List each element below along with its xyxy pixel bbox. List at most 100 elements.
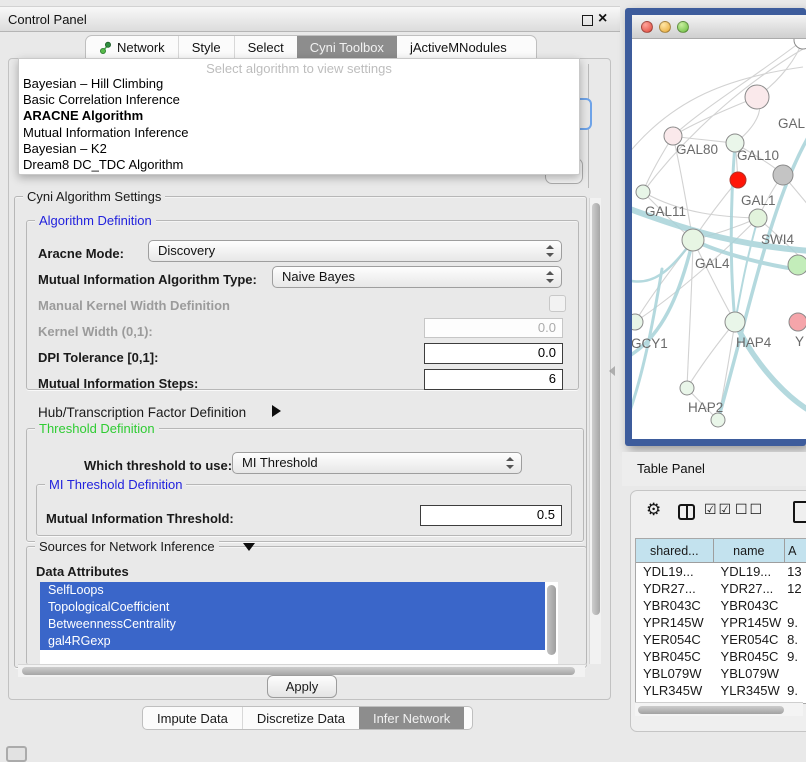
node-gcy1[interactable]	[632, 314, 643, 330]
dpi-tolerance-field[interactable]: 0.0	[424, 343, 563, 364]
minimize-traffic-light-icon[interactable]	[659, 21, 671, 33]
node-label: GCY1	[632, 336, 668, 351]
expand-right-icon[interactable]	[272, 405, 281, 417]
bottom-tabbar: Impute Data Discretize Data Infer Networ…	[142, 706, 473, 730]
aracne-mode-select[interactable]: Discovery	[148, 240, 562, 262]
table-row[interactable]: YDR27... YDR27... 12	[636, 580, 806, 597]
close-traffic-light-icon[interactable]	[641, 21, 653, 33]
table-row[interactable]: YPR145W YPR145W 9.	[636, 614, 806, 631]
column-header[interactable]: A	[785, 539, 806, 562]
apply-button[interactable]: Apply	[267, 675, 337, 698]
table-row[interactable]: YDL19... YDL19... 13	[636, 563, 806, 580]
tab-jactivemnodules[interactable]: jActiveMNodules	[397, 36, 520, 59]
mi-steps-field[interactable]: 6	[424, 369, 563, 390]
node-hap4[interactable]	[725, 312, 745, 332]
cell: YDR27...	[714, 580, 786, 597]
settings-vertical-scrollbar[interactable]	[589, 198, 601, 664]
network-view-window[interactable]: GAL GAL80 GAL10 GAL1 GAL11 SWI4 GAL4 GCY…	[625, 8, 806, 446]
collapse-down-icon[interactable]	[243, 543, 255, 551]
spinner-arrows-icon	[506, 457, 514, 469]
algorithm-option-selected[interactable]: ARACNE Algorithm	[19, 108, 579, 124]
export-table-icon[interactable]	[793, 501, 806, 523]
table-row[interactable]: YER054C YER054C 8.	[636, 631, 806, 648]
node-gal4[interactable]	[682, 229, 704, 251]
tab-discretize-data[interactable]: Discretize Data	[242, 707, 359, 729]
node[interactable]	[745, 85, 769, 109]
column-header[interactable]: name	[714, 539, 786, 562]
mi-threshold-label: Mutual Information Threshold:	[46, 511, 234, 526]
table-row[interactable]: YLR345W YLR345W 9.	[636, 682, 806, 699]
scrollbar-thumb[interactable]	[592, 203, 600, 615]
attribute-item-selected[interactable]: SelfLoops	[40, 582, 545, 599]
mi-threshold-field[interactable]: 0.5	[420, 505, 562, 526]
attribute-item-selected[interactable]: TopologicalCoefficient	[40, 599, 545, 616]
tab-cyni-toolbox[interactable]: Cyni Toolbox	[297, 36, 397, 59]
node-hap2[interactable]	[680, 381, 694, 395]
algorithm-option[interactable]: Dream8 DC_TDC Algorithm	[19, 157, 579, 173]
spinner-arrows-icon	[546, 245, 554, 257]
attribute-item-selected[interactable]: BetweennessCentrality	[40, 616, 545, 633]
node-selected-red[interactable]	[730, 172, 746, 188]
close-icon[interactable]: ×	[598, 9, 607, 29]
network-canvas[interactable]: GAL GAL80 GAL10 GAL1 GAL11 SWI4 GAL4 GCY…	[632, 39, 806, 439]
node[interactable]	[788, 255, 806, 275]
column-header[interactable]: shared...	[636, 539, 714, 562]
cell: YPR145W	[714, 614, 786, 631]
tab-label: jActiveMNodules	[410, 40, 507, 55]
list-scrollbar-thumb[interactable]	[547, 585, 556, 655]
table-row[interactable]: YBR043C YBR043C	[636, 597, 806, 614]
cell: YDL19...	[636, 563, 714, 580]
selected-value: Discovery	[158, 243, 215, 258]
algorithm-option[interactable]: Bayesian – K2	[19, 141, 579, 157]
attribute-item-selected[interactable]: gal4RGexp	[40, 633, 545, 650]
spinner-arrows-icon	[546, 271, 554, 283]
cell: YBR045C	[714, 648, 786, 665]
manual-kernel-width-checkbox[interactable]	[549, 295, 566, 312]
network-window-titlebar[interactable]	[632, 15, 806, 39]
node-pink[interactable]	[789, 313, 806, 331]
node-gray[interactable]	[773, 165, 793, 185]
node-label: GAL1	[741, 193, 776, 208]
tab-impute-data[interactable]: Impute Data	[143, 707, 242, 729]
group-title: Threshold Definition	[35, 421, 159, 436]
cell	[785, 665, 806, 682]
tab-infer-network[interactable]: Infer Network	[359, 707, 464, 729]
table-row[interactable]: YBL079W YBL079W	[636, 665, 806, 682]
columns-icon[interactable]	[678, 504, 695, 520]
node-gal11[interactable]	[636, 185, 650, 199]
network-icon	[99, 41, 112, 55]
scrollbar-thumb[interactable]	[638, 706, 784, 714]
node[interactable]	[794, 39, 806, 49]
minimized-window-icon[interactable]	[6, 746, 27, 762]
select-all-icon[interactable]: ☑☑	[704, 501, 733, 518]
zoom-traffic-light-icon[interactable]	[677, 21, 689, 33]
table-header-row: shared... name A	[636, 539, 806, 563]
algorithm-dropdown-popup: Select algorithm to view settings Bayesi…	[18, 58, 580, 175]
data-attributes-list[interactable]: SelfLoops TopologicalCoefficient Between…	[40, 582, 558, 664]
float-window-icon[interactable]	[582, 15, 593, 26]
node-label: Y	[795, 334, 804, 349]
cell: YDR27...	[636, 580, 714, 597]
manual-kernel-width-label: Manual Kernel Width Definition	[38, 298, 230, 313]
tab-style[interactable]: Style	[178, 36, 234, 59]
scrollbar-thumb[interactable]	[22, 667, 575, 675]
cell: YBR043C	[636, 597, 714, 614]
data-attributes-label: Data Attributes	[36, 564, 129, 579]
node[interactable]	[711, 413, 725, 427]
gear-icon[interactable]: ⚙	[646, 500, 661, 520]
kernel-width-field[interactable]: 0.0	[424, 318, 563, 338]
which-threshold-select[interactable]: MI Threshold	[232, 452, 522, 474]
cell: YBR043C	[714, 597, 786, 614]
node-label: GAL	[778, 116, 806, 131]
splitter-collapse-icon[interactable]	[609, 366, 615, 376]
tab-select[interactable]: Select	[234, 36, 297, 59]
algorithm-option[interactable]: Mutual Information Inference	[19, 125, 579, 141]
table-horizontal-scrollbar[interactable]	[635, 702, 803, 716]
algorithm-option[interactable]: Bayesian – Hill Climbing	[19, 76, 579, 92]
node-gal1[interactable]	[749, 209, 767, 227]
table-row[interactable]: YBR045C YBR045C 9.	[636, 648, 806, 665]
mi-algorithm-type-select[interactable]: Naive Bayes	[272, 266, 562, 288]
algorithm-option[interactable]: Basic Correlation Inference	[19, 92, 579, 108]
deselect-all-icon[interactable]: ☐☐	[735, 501, 764, 518]
tab-network[interactable]: Network	[86, 36, 178, 59]
